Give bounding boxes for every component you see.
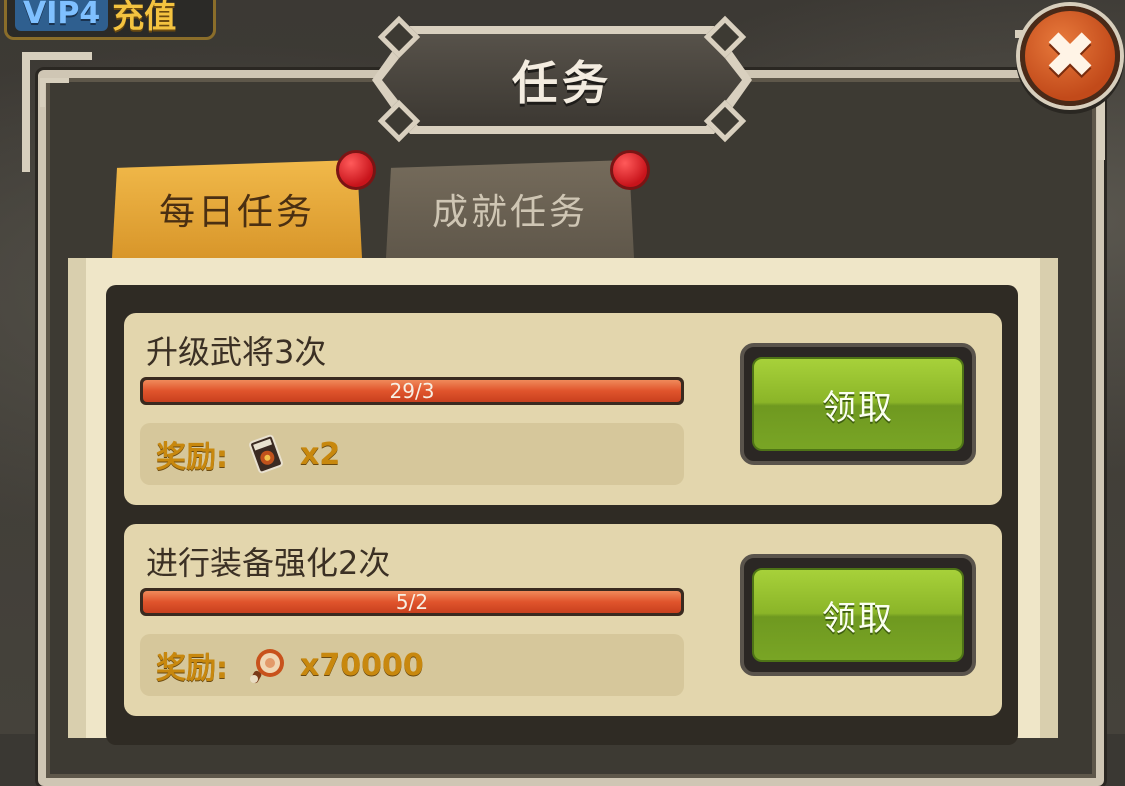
tab-achievement-tasks[interactable]: 成就任务 bbox=[386, 160, 634, 258]
progress-text: 5/2 bbox=[395, 590, 429, 614]
frame-corner-ornament bbox=[22, 52, 92, 172]
task-progress-bar: 29/3 bbox=[140, 377, 684, 405]
vip-badge: VIP4 bbox=[15, 0, 109, 31]
tab-label: 成就任务 bbox=[431, 192, 588, 233]
meat-icon bbox=[246, 645, 286, 685]
dialog-title-plate: 任务 bbox=[362, 15, 762, 143]
tab-label: 每日任务 bbox=[158, 192, 315, 233]
reward-count: x2 bbox=[300, 436, 341, 472]
task-title: 升级武将3次 bbox=[146, 333, 327, 371]
task-title: 进行装备强化2次 bbox=[146, 544, 391, 582]
reward-label: 奖励: bbox=[156, 651, 228, 686]
claim-button[interactable]: 领取 bbox=[740, 554, 976, 676]
vip-recharge-bar[interactable]: VIP4 充值 bbox=[4, 0, 216, 40]
reward-box: 奖励: x2 bbox=[140, 423, 684, 485]
reward-label: 奖励: bbox=[156, 440, 228, 475]
task-row: 升级武将3次 29/3 奖励: x2 领取 bbox=[124, 313, 1002, 505]
task-row: 进行装备强化2次 5/2 奖励: x70000 领取 bbox=[124, 524, 1002, 716]
reward-box: 奖励: x70000 bbox=[140, 634, 684, 696]
tab-daily-tasks[interactable]: 每日任务 bbox=[112, 160, 362, 258]
close-icon: ✖ bbox=[1043, 19, 1097, 93]
book-icon bbox=[246, 434, 286, 474]
recharge-button[interactable]: 充值 bbox=[112, 0, 176, 37]
reward-count: x70000 bbox=[300, 647, 424, 683]
claim-button-label: 领取 bbox=[752, 357, 964, 451]
claim-button[interactable]: 领取 bbox=[740, 343, 976, 465]
task-progress-bar: 5/2 bbox=[140, 588, 684, 616]
progress-text: 29/3 bbox=[389, 379, 435, 403]
notification-dot-icon bbox=[336, 150, 376, 190]
dialog-title: 任务 bbox=[512, 56, 612, 110]
notification-dot-icon bbox=[610, 150, 650, 190]
claim-button-label: 领取 bbox=[752, 568, 964, 662]
close-button[interactable]: ✖ bbox=[1020, 6, 1120, 106]
